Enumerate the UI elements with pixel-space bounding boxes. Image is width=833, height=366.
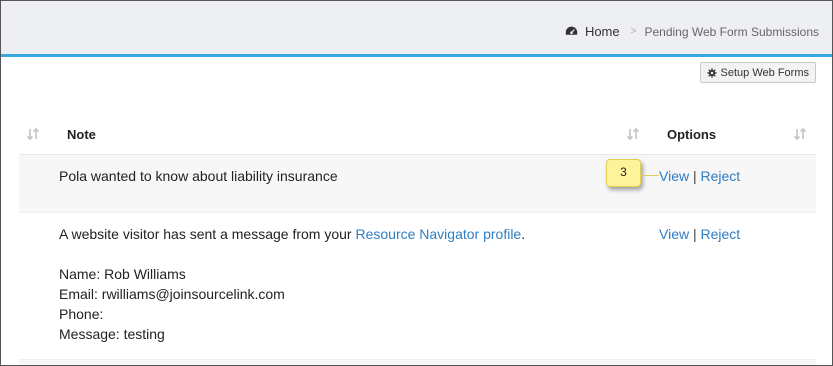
note-cell: Pola wanted to know about liability insu… (59, 168, 338, 184)
table-header: Note Options (19, 113, 816, 155)
note-period: . (521, 226, 526, 242)
setup-web-forms-button[interactable]: Setup Web Forms (699, 62, 816, 83)
table-row: Pola wanted to know about liability insu… (19, 155, 816, 213)
breadcrumb-separator: > (630, 26, 637, 37)
table-row (19, 360, 816, 365)
top-header-bar: Home > Pending Web Form Submissions (1, 1, 832, 57)
note-intro-text: A website visitor has sent a message fro… (59, 226, 356, 242)
app-window: Home > Pending Web Form Submissions Setu… (0, 0, 833, 366)
message-line: Message: testing (59, 326, 165, 342)
note-cell: A website visitor has sent a message fro… (59, 224, 525, 344)
callout-pointer (640, 175, 659, 176)
submissions-table: Note Options Pola wanted to know about l… (19, 113, 816, 365)
column-header-note[interactable]: Note (67, 127, 96, 142)
table-row: A website visitor has sent a message fro… (19, 213, 816, 360)
reject-link[interactable]: Reject (701, 226, 741, 242)
step-callout: 3 (606, 159, 641, 187)
breadcrumb-home-link[interactable]: Home (585, 24, 620, 39)
breadcrumb-current-page: Pending Web Form Submissions (644, 24, 819, 39)
options-divider: | (692, 168, 697, 184)
view-link[interactable]: View (659, 226, 689, 242)
gear-icon (706, 67, 717, 78)
options-cell: View | Reject (659, 166, 740, 186)
sort-icon[interactable] (793, 127, 807, 141)
email-line: Email: rwilliams@joinsourcelink.com (59, 286, 285, 302)
options-cell: View | Reject (659, 224, 740, 244)
setup-web-forms-label: Setup Web Forms (720, 66, 809, 79)
view-link[interactable]: View (659, 168, 689, 184)
options-divider: | (692, 226, 697, 242)
phone-line: Phone: (59, 306, 104, 322)
resource-navigator-profile-link[interactable]: Resource Navigator profile (355, 226, 521, 242)
breadcrumb: Home > Pending Web Form Submissions (565, 24, 819, 39)
sort-icon[interactable] (626, 127, 640, 141)
name-line: Name: Rob Williams (59, 266, 186, 282)
sort-icon[interactable] (26, 127, 40, 141)
column-header-options[interactable]: Options (667, 127, 716, 142)
dashboard-icon (565, 26, 578, 35)
note-intro-line: A website visitor has sent a message fro… (59, 224, 525, 244)
reject-link[interactable]: Reject (701, 168, 741, 184)
